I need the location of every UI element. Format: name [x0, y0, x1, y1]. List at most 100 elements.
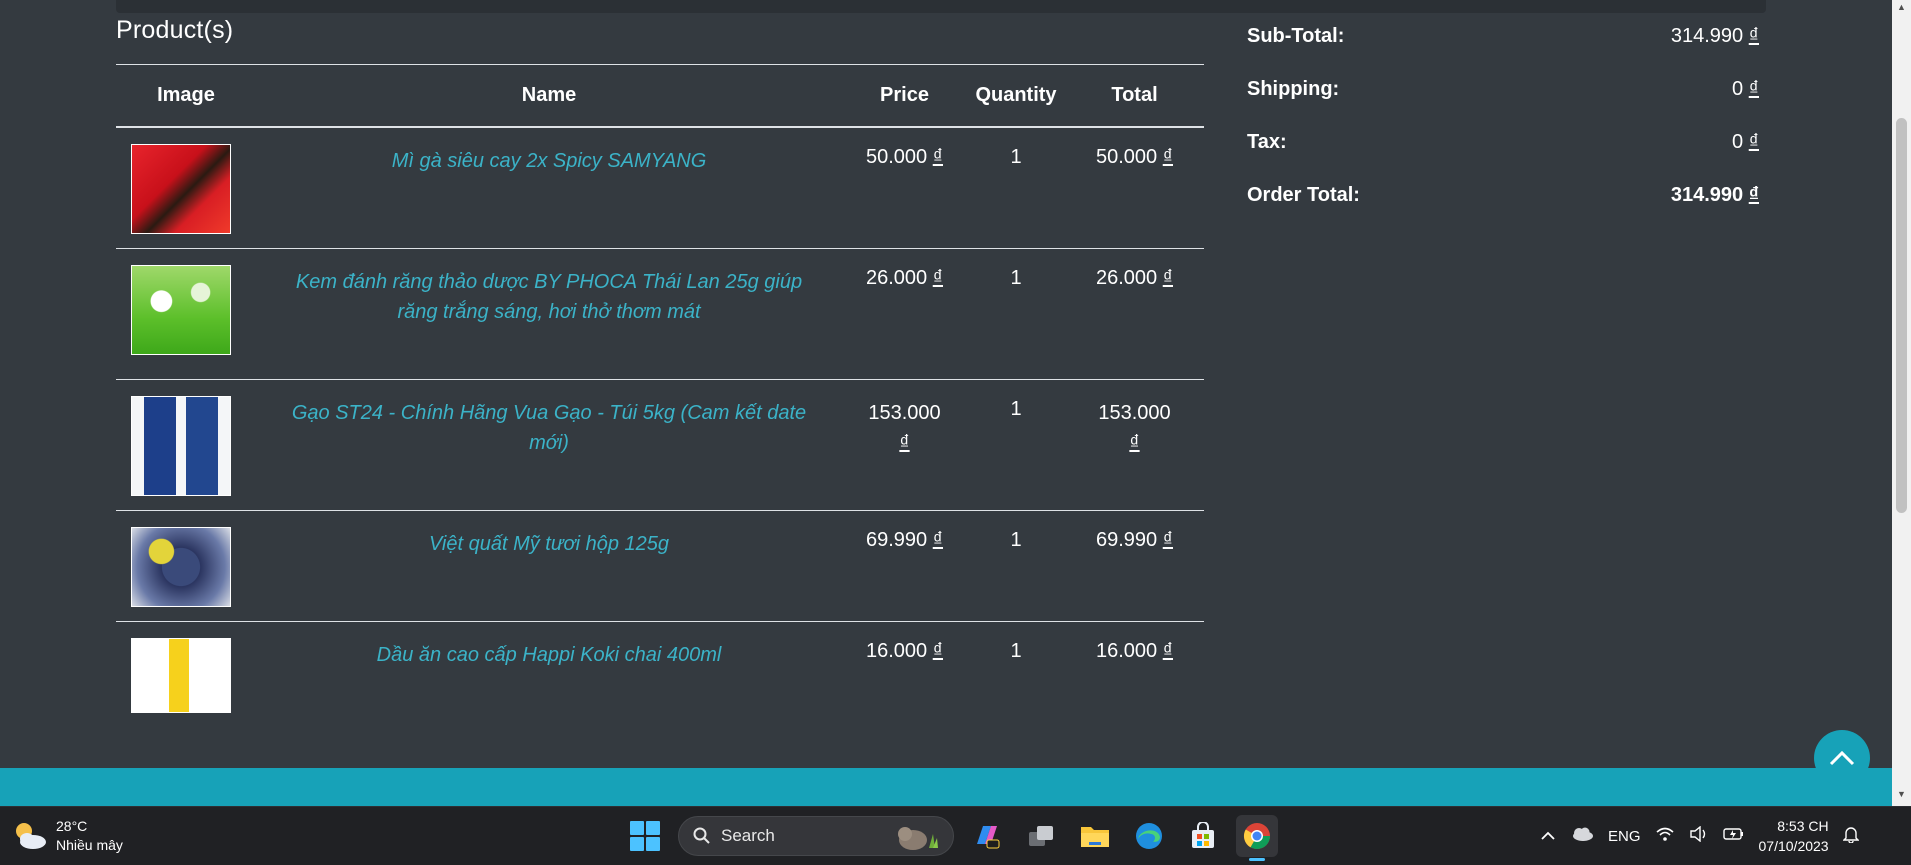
rice-bag-image[interactable]: [131, 396, 231, 496]
subtotal-label: Sub-Total:: [1247, 25, 1345, 47]
cloudy-moon-icon: [16, 823, 46, 849]
quantity-value: 1: [1010, 145, 1022, 168]
taskbar-search-box[interactable]: Search: [678, 816, 954, 856]
total-value: 50.000: [1096, 145, 1158, 168]
table-row: Việt quất Mỹ tươi hộp 125g 69.990 ₫ 1 69…: [116, 511, 1204, 622]
edge-browser-icon[interactable]: [1128, 815, 1170, 857]
microsoft-store-icon[interactable]: [1182, 815, 1224, 857]
column-header-price: Price: [880, 83, 929, 106]
quantity-value: 1: [1010, 398, 1022, 420]
tax-row: Tax: 0 ₫: [1247, 126, 1759, 179]
scroll-down-arrow-icon[interactable]: ▼: [1897, 789, 1906, 799]
price-value: 153.000: [868, 402, 941, 424]
copilot-icon[interactable]: [966, 815, 1008, 857]
weather-widget[interactable]: 28°C Nhiều mây: [12, 817, 123, 855]
weather-description: Nhiều mây: [56, 837, 123, 853]
volume-icon[interactable]: [1689, 825, 1709, 846]
product-link[interactable]: Gạo ST24 - Chính Hãng Vua Gạo - Túi 5kg …: [292, 402, 806, 454]
total-value: 153.000: [1098, 402, 1171, 424]
currency-symbol: ₫: [1162, 267, 1173, 289]
table-row: Mì gà siêu cay 2x Spicy SAMYANG 50.000 ₫…: [116, 127, 1204, 249]
table-row: Kem đánh răng thảo dược BY PHOCA Thái La…: [116, 249, 1204, 380]
cooking-oil-bottle-image[interactable]: [131, 638, 231, 713]
currency-symbol: ₫: [1129, 432, 1140, 454]
toothpaste-image[interactable]: [131, 265, 231, 355]
total-value: 26.000: [1096, 267, 1158, 289]
scroll-up-arrow-icon[interactable]: ▲: [1897, 2, 1906, 12]
price-value: 16.000: [866, 640, 928, 662]
products-table: Image Name Price Quantity Total Mì gà si…: [116, 64, 1204, 727]
total-value: 69.990: [1096, 529, 1158, 551]
onedrive-cloud-icon[interactable]: [1570, 826, 1594, 846]
total-value: 16.000: [1096, 640, 1158, 662]
battery-charging-icon[interactable]: [1722, 827, 1745, 845]
currency-symbol: ₫: [932, 529, 943, 551]
input-language-indicator[interactable]: ENG: [1608, 828, 1641, 845]
product-link[interactable]: Việt quất Mỹ tươi hộp 125g: [429, 533, 669, 555]
tax-label: Tax:: [1247, 131, 1287, 153]
vertical-scrollbar[interactable]: ▲ ▼: [1892, 0, 1911, 806]
subtotal-row: Sub-Total: 314.990 ₫: [1247, 20, 1759, 73]
quantity-value: 1: [1010, 640, 1022, 662]
clock-time: 8:53 CH: [1777, 818, 1829, 834]
wifi-icon[interactable]: [1655, 826, 1675, 846]
noodle-pack-image[interactable]: [131, 143, 231, 234]
top-panel-edge: [116, 0, 1766, 13]
currency-symbol: ₫: [1748, 131, 1759, 153]
column-header-quantity: Quantity: [975, 83, 1057, 106]
taskbar: 28°C Nhiều mây Search ENG 8:53 CH 07/10/…: [0, 806, 1911, 865]
column-header-total: Total: [1111, 83, 1158, 106]
weather-temperature: 28°C: [56, 818, 88, 834]
currency-symbol: ₫: [1162, 145, 1173, 168]
quantity-value: 1: [1010, 267, 1022, 289]
tax-value: 0: [1732, 131, 1744, 153]
table-row: Gạo ST24 - Chính Hãng Vua Gạo - Túi 5kg …: [116, 380, 1204, 511]
currency-symbol: ₫: [1162, 640, 1173, 662]
order-total-row: Order Total: 314.990 ₫: [1247, 179, 1759, 232]
order-total-value: 314.990: [1670, 184, 1744, 206]
chrome-browser-icon[interactable]: [1236, 815, 1278, 861]
currency-symbol: ₫: [932, 145, 943, 168]
notification-bell-icon[interactable]: [1841, 825, 1860, 847]
shipping-row: Shipping: 0 ₫: [1247, 73, 1759, 126]
system-clock[interactable]: 8:53 CH 07/10/2023: [1759, 816, 1829, 856]
table-header-row: Image Name Price Quantity Total: [116, 64, 1204, 127]
products-heading: Product(s): [116, 16, 234, 44]
search-highlight-illustration-icon: [898, 827, 938, 850]
price-value: 26.000: [866, 267, 928, 289]
search-icon: [693, 827, 710, 844]
price-value: 69.990: [866, 529, 928, 551]
subtotal-value: 314.990: [1670, 25, 1744, 47]
chevron-up-tray-icon[interactable]: [1540, 828, 1556, 845]
currency-symbol: ₫: [1748, 25, 1759, 47]
chevron-up-icon: [1829, 750, 1855, 766]
order-summary: Sub-Total: 314.990 ₫ Shipping: 0 ₫ Tax: …: [1247, 20, 1759, 232]
price-value: 50.000: [866, 145, 928, 168]
product-link[interactable]: Dầu ăn cao cấp Happi Koki chai 400ml: [377, 644, 722, 666]
currency-symbol: ₫: [899, 432, 910, 454]
order-total-label: Order Total:: [1247, 184, 1360, 206]
currency-symbol: ₫: [1162, 529, 1173, 551]
search-label: Search: [721, 826, 775, 845]
currency-symbol: ₫: [1748, 78, 1759, 100]
clock-date: 07/10/2023: [1758, 838, 1829, 854]
products-panel: Product(s) Image Name Price Quantity Tot…: [116, 14, 1204, 727]
currency-symbol: ₫: [932, 640, 943, 662]
shipping-value: 0: [1732, 78, 1744, 100]
task-view-icon[interactable]: [1020, 815, 1062, 857]
currency-symbol: ₫: [1748, 184, 1759, 206]
product-link[interactable]: Mì gà siêu cay 2x Spicy SAMYANG: [392, 150, 707, 172]
blueberry-box-image[interactable]: [131, 527, 231, 607]
scroll-to-top-button[interactable]: [1814, 730, 1870, 786]
column-header-image: Image: [157, 83, 215, 106]
column-header-name: Name: [521, 83, 577, 106]
quantity-value: 1: [1010, 529, 1022, 551]
windows-start-icon[interactable]: [624, 815, 666, 857]
product-link[interactable]: Kem đánh răng thảo dược BY PHOCA Thái La…: [296, 271, 802, 323]
currency-symbol: ₫: [932, 267, 943, 289]
shipping-label: Shipping:: [1247, 78, 1340, 100]
scrollbar-thumb[interactable]: [1896, 118, 1907, 513]
file-explorer-icon[interactable]: [1074, 815, 1116, 857]
table-row: Dầu ăn cao cấp Happi Koki chai 400ml 16.…: [116, 622, 1204, 728]
footer-band: [0, 768, 1892, 806]
